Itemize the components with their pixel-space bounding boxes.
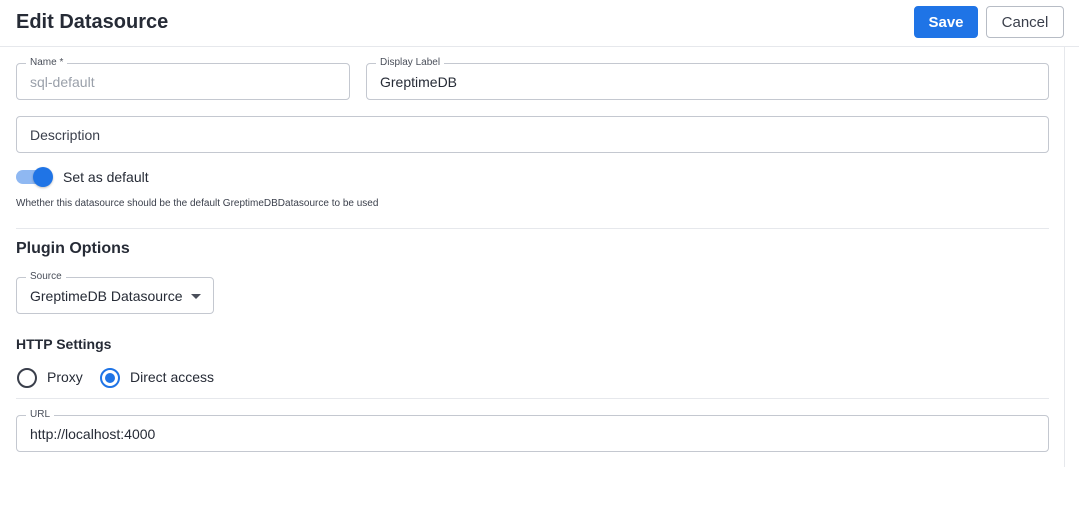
chevron-down-icon xyxy=(191,294,201,299)
plugin-options-heading: Plugin Options xyxy=(16,240,130,257)
content-edge xyxy=(1064,47,1065,467)
set-default-toggle[interactable] xyxy=(16,167,54,187)
radio-selected-dot xyxy=(105,373,115,383)
name-field[interactable]: Name * sql-default xyxy=(16,56,350,100)
url-field-value: http://localhost:4000 xyxy=(30,425,156,442)
set-default-help-text: Whether this datasource should be the de… xyxy=(16,198,379,209)
http-settings-heading: HTTP Settings xyxy=(16,336,112,352)
direct-access-radio[interactable] xyxy=(100,368,120,388)
toggle-knob xyxy=(33,167,53,187)
proxy-radio[interactable] xyxy=(17,368,37,388)
source-select[interactable]: Source GreptimeDB Datasource xyxy=(16,270,214,314)
url-field[interactable]: URL http://localhost:4000 xyxy=(16,408,1049,452)
cancel-button[interactable]: Cancel xyxy=(986,6,1064,38)
direct-access-radio-label: Direct access xyxy=(130,369,215,385)
http-divider xyxy=(16,398,1049,399)
set-default-label: Set as default xyxy=(63,169,149,185)
display-label-field-value: GreptimeDB xyxy=(380,73,458,90)
page-header: Edit Datasource Save Cancel xyxy=(0,0,1079,47)
save-button[interactable]: Save xyxy=(914,6,978,38)
proxy-radio-label: Proxy xyxy=(47,369,83,385)
section-divider xyxy=(16,228,1049,229)
name-field-value: sql-default xyxy=(30,73,95,90)
description-field[interactable]: Description xyxy=(16,116,1049,153)
page-title: Edit Datasource xyxy=(16,11,169,33)
description-field-placeholder: Description xyxy=(30,126,101,143)
display-label-field[interactable]: Display Label GreptimeDB xyxy=(366,56,1049,100)
source-select-value: GreptimeDB Datasource xyxy=(30,287,183,304)
